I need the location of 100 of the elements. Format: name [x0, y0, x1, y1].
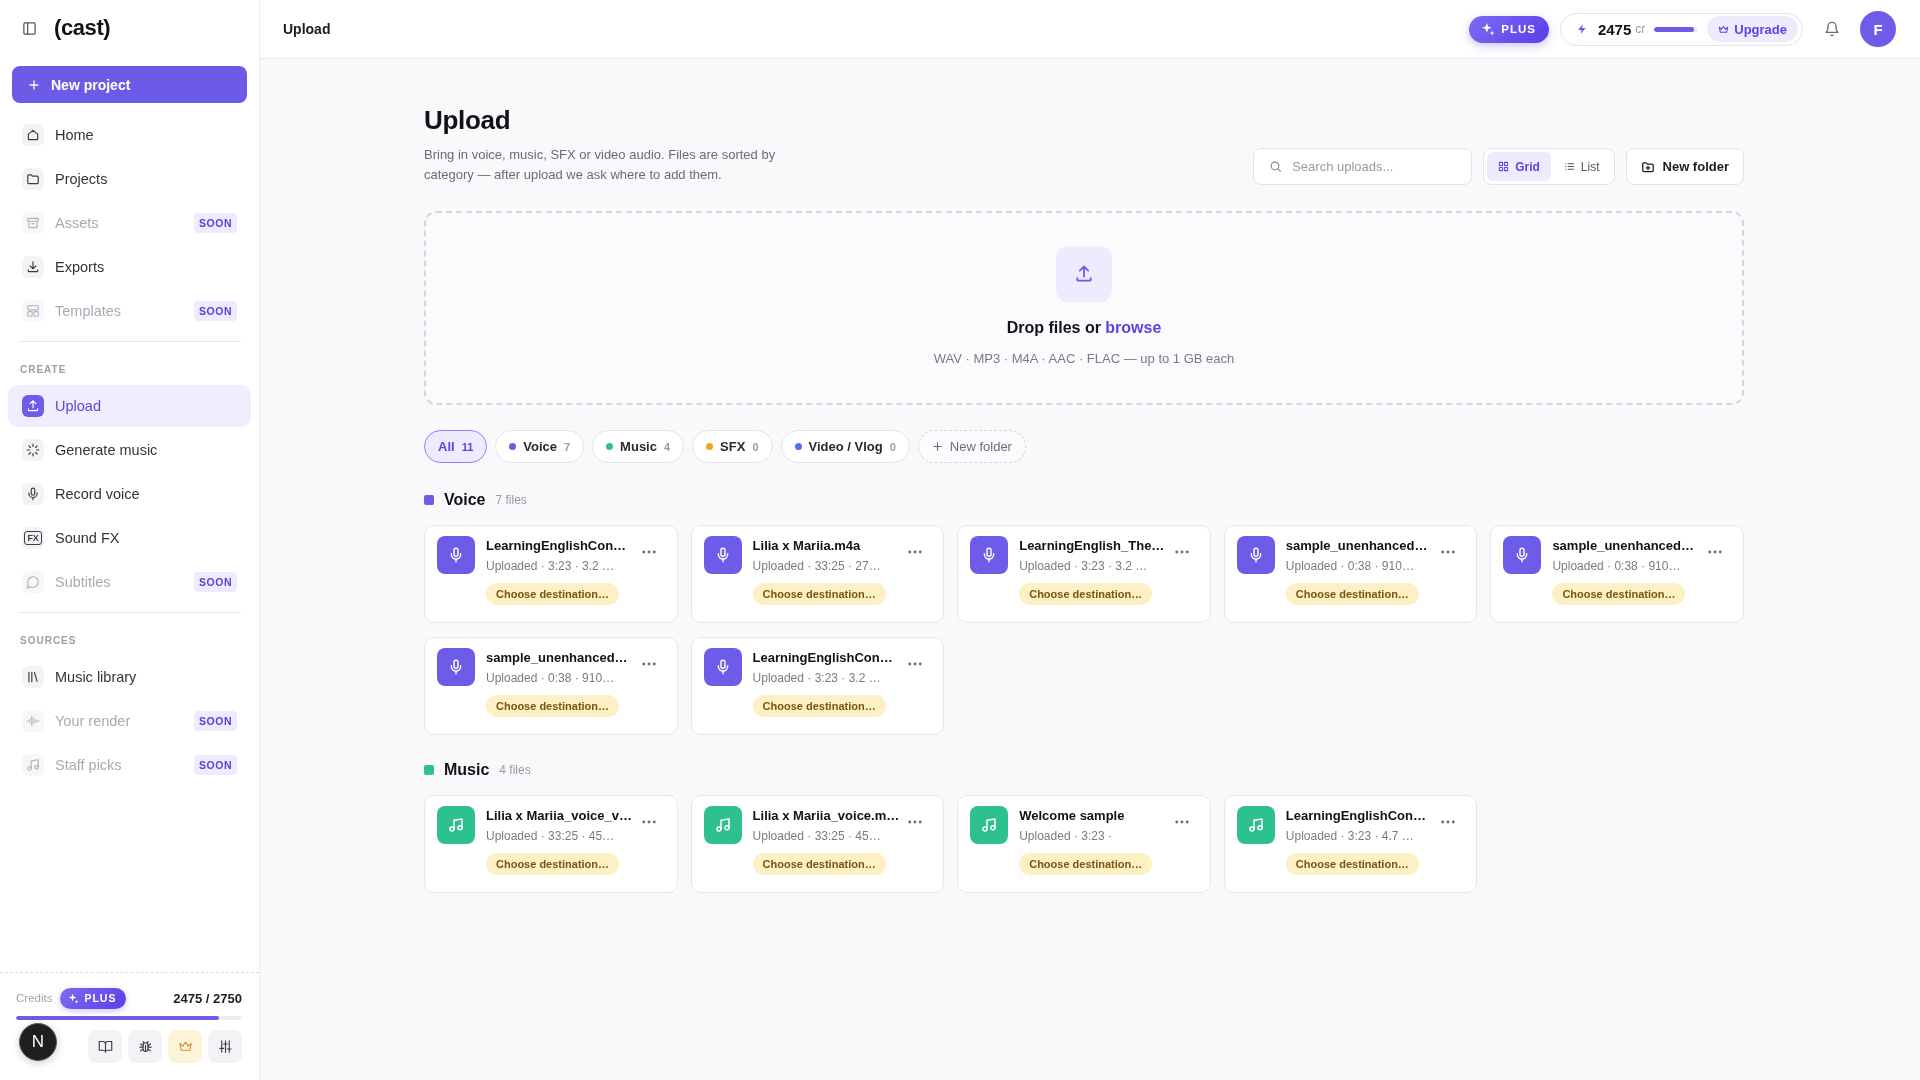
more-icon	[1708, 550, 1722, 554]
book-button[interactable]	[88, 1030, 122, 1063]
nav-item[interactable]: FX Sound FX	[8, 517, 251, 559]
search-field[interactable]: Search uploads...	[1253, 148, 1473, 185]
plus-plan-button[interactable]: PLUS	[60, 987, 127, 1009]
more-icon	[1174, 820, 1189, 824]
fx-icon: FX	[22, 527, 44, 549]
bug-button[interactable]	[128, 1030, 162, 1063]
file-name: Lilia x Mariia_voice_v…	[486, 807, 632, 825]
speech-bubble-icon	[22, 571, 44, 593]
drop-zone[interactable]: Drop files or browse WAV · MP3 · M4A · AAC · FLAC — up to 1 GB each	[424, 211, 1744, 405]
file-details: Uploaded · 33:25 · 45…	[486, 828, 615, 845]
choose-destination-button[interactable]: Choose destination…	[486, 583, 620, 605]
nav-section-heading: SOURCES	[20, 634, 78, 648]
file-card[interactable]: LearningEnglishCon… Uploaded · 3:23 · 3.2 … Choose destination…	[690, 637, 945, 735]
more-icon	[1174, 550, 1189, 554]
view-tab[interactable]: List	[1552, 152, 1611, 181]
filter-chip[interactable]: All 11	[424, 430, 488, 463]
more-icon	[641, 662, 656, 666]
plus-plan-button[interactable]: PLUS	[1469, 15, 1549, 43]
burst-icon	[22, 439, 44, 461]
more-icon	[641, 820, 656, 824]
nav-item[interactable]: Record voice	[8, 473, 251, 515]
microphone-icon	[970, 536, 1009, 574]
file-count: 4 files	[499, 763, 531, 777]
microphone-icon	[437, 536, 475, 574]
choose-destination-button[interactable]: Choose destination…	[1552, 583, 1686, 605]
lightning-bolt-icon	[1575, 23, 1588, 35]
choose-destination-button[interactable]: Choose destination…	[1019, 583, 1153, 605]
grid-icon	[1498, 161, 1510, 172]
file-card[interactable]: LearningEnglishCon… Uploaded · 3:23 · 3.2 … Choose destination…	[424, 525, 678, 623]
file-card[interactable]: LearningEnglishCon… Uploaded · 3:23 · 4.7 … Choose destination…	[1223, 795, 1478, 893]
more-icon	[1441, 820, 1456, 824]
file-card[interactable]: Lilia x Mariia.m4a Uploaded · 33:25 · 27… Choose destination…	[690, 525, 945, 623]
new-folder-button[interactable]: New folder	[917, 430, 1026, 463]
choose-destination-button[interactable]: Choose destination…	[1019, 853, 1153, 875]
search-icon	[1269, 160, 1283, 173]
file-card[interactable]: Lilia x Mariia_voice_v… Uploaded · 33:25 · 45… Choose destination…	[424, 795, 678, 893]
app-logo: (cast)	[54, 15, 111, 41]
file-card[interactable]: LearningEnglish_The… Uploaded · 3:23 · 3.2 … Choose destination…	[957, 525, 1211, 623]
download-icon	[22, 256, 44, 278]
folder-plus-icon	[1640, 159, 1655, 174]
choose-destination-button[interactable]: Choose destination…	[486, 853, 620, 875]
nav-item[interactable]: Music library	[8, 656, 251, 698]
new-project-button[interactable]: New project	[12, 66, 247, 103]
choose-destination-button[interactable]: Choose destination…	[486, 695, 620, 717]
microphone-icon	[703, 648, 742, 686]
file-details: Uploaded · 3:23 · 3.2 …	[486, 558, 615, 575]
file-name: sample_unenhanced…	[1552, 537, 1694, 555]
choose-destination-button[interactable]: Choose destination…	[1285, 583, 1419, 605]
file-card[interactable]: Welcome sample Uploaded · 3:23 · Choose destination…	[957, 795, 1211, 893]
file-card[interactable]: sample_unenhanced… Uploaded · 0:38 · 910… Choose destination…	[424, 637, 678, 735]
choose-destination-button[interactable]: Choose destination…	[752, 583, 886, 605]
new-folder-button[interactable]: New folder	[1625, 148, 1744, 185]
nav-item[interactable]: Projects	[8, 158, 251, 200]
browse-link[interactable]: browse	[1105, 319, 1162, 336]
coming-soon-label: SOON	[194, 301, 237, 321]
coming-soon-label: SOON	[194, 755, 237, 775]
microphone-icon	[703, 536, 742, 574]
file-details: Uploaded · 3:23 ·	[1019, 828, 1112, 845]
view-tab[interactable]: Grid	[1487, 152, 1551, 181]
file-details: Uploaded · 33:25 · 45…	[752, 828, 881, 845]
nav-item[interactable]: Upload	[8, 385, 251, 427]
filter-chip[interactable]: Music 4	[592, 430, 685, 463]
waveform-icon	[22, 710, 44, 732]
sidebar-toggle-icon[interactable]	[22, 20, 37, 36]
user-avatar[interactable]: F	[1860, 11, 1896, 47]
sliders-button[interactable]	[208, 1030, 242, 1063]
coming-soon-label: SOON	[194, 213, 237, 233]
coming-soon-label: SOON	[194, 572, 237, 592]
choose-destination-button[interactable]: Choose destination…	[752, 695, 886, 717]
page-breadcrumb: Upload	[283, 21, 331, 37]
file-card[interactable]: sample_unenhanced… Uploaded · 0:38 · 910… Choose destination…	[1490, 525, 1744, 623]
more-icon	[641, 550, 656, 554]
choose-destination-button[interactable]: Choose destination…	[752, 853, 886, 875]
microphone-icon	[1503, 536, 1542, 574]
filter-chip[interactable]: Video / Vlog 0	[780, 430, 910, 463]
file-details: Uploaded · 0:38 · 910…	[1285, 558, 1414, 575]
file-card[interactable]: Lilia x Mariia_voice.m… Uploaded · 33:25 · 45… Choose destination…	[690, 795, 945, 893]
nav-item[interactable]: Generate music	[8, 429, 251, 471]
file-name: LearningEnglish_The…	[1019, 537, 1165, 555]
file-details: Uploaded · 3:23 · 3.2 …	[752, 670, 881, 687]
nav-item[interactable]: Home	[8, 114, 251, 156]
notification-bell-icon[interactable]	[1824, 21, 1840, 37]
file-details: Uploaded · 0:38 · 910…	[1552, 558, 1681, 575]
file-details: Uploaded · 33:25 · 27…	[752, 558, 881, 575]
music-note-icon	[22, 754, 44, 776]
upgrade-button[interactable]: Upgrade	[1707, 16, 1798, 42]
nav-item[interactable]: Exports	[8, 246, 251, 288]
dev-avatar[interactable]: N	[19, 1023, 57, 1061]
file-details: Uploaded · 0:38 · 910…	[486, 670, 615, 687]
filter-chip[interactable]: Voice 7	[495, 430, 585, 463]
filter-chip[interactable]: SFX 0	[692, 430, 773, 463]
file-name: LearningEnglishCon…	[752, 649, 893, 667]
upload-icon	[22, 395, 44, 417]
choose-destination-button[interactable]: Choose destination…	[1285, 853, 1419, 875]
file-card[interactable]: sample_unenhanced… Uploaded · 0:38 · 910… Choose destination…	[1223, 525, 1478, 623]
plus-icon	[931, 441, 943, 452]
credits-unit: cr	[1635, 22, 1646, 36]
bug-icon	[137, 1039, 153, 1054]
